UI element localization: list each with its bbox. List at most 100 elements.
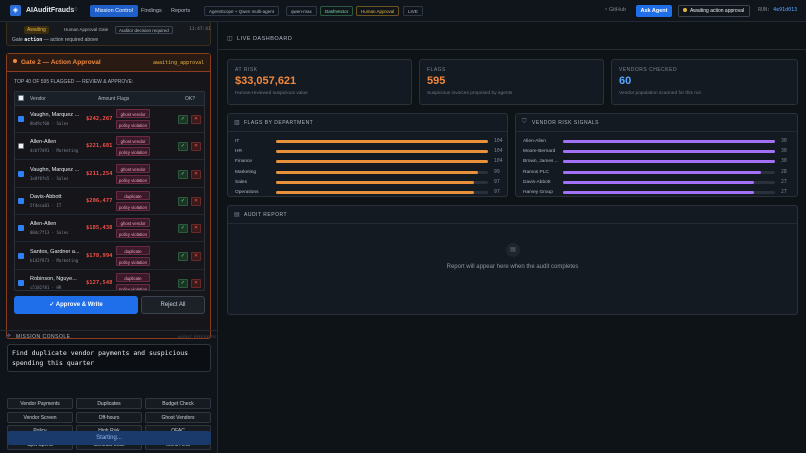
vendor-name: Robinson, Nguye... — [30, 275, 77, 282]
row-checkbox[interactable] — [18, 116, 24, 122]
divider — [228, 223, 797, 224]
bar-label: Brown, James ... — [523, 159, 559, 165]
stat-sub: Vendor population scanned for this run — [619, 91, 702, 96]
flag-badge: policy violation — [116, 120, 150, 129]
row-checkbox[interactable] — [18, 252, 24, 259]
preset-button[interactable]: Off-hours — [76, 411, 142, 423]
flag-badge: duplicate — [116, 190, 150, 200]
shield-logo-icon: ◈ — [10, 5, 21, 16]
tab-mission-control[interactable]: Mission Control — [90, 5, 138, 17]
row-checkbox[interactable] — [18, 225, 24, 232]
start-button[interactable]: Starting... — [7, 431, 211, 445]
bar-fill — [563, 191, 754, 194]
audit-report-panel: ▤ AUDIT REPORT ▤ Report will appear here… — [227, 205, 798, 315]
stat-card: VENDORS CHECKED 60 Vendor population scann… — [611, 59, 798, 105]
bar-fill — [563, 180, 754, 184]
bar-fill — [563, 160, 775, 164]
row-checkbox[interactable] — [18, 143, 24, 150]
tag-agentscope: AgentScope + Qwen multi-agent — [204, 6, 279, 16]
bar-value: 104 — [494, 159, 503, 165]
preset-button[interactable]: Vendor Screen — [7, 411, 73, 423]
mission-title: MISSION CONSOLE — [16, 334, 71, 340]
gate2-summary: TOP 40 OF 595 FLAGGED — REVIEW & APPROVE… — [14, 79, 134, 85]
status-dot-icon — [683, 8, 687, 12]
preset-button[interactable]: Vendor Payments — [7, 398, 73, 409]
stat-card: AT RISK $33,057,621 Human-reviewed suspici… — [227, 59, 412, 105]
bar-value: 97 — [494, 179, 500, 185]
bar-label: Moore-Bernard — [523, 149, 556, 155]
bar-fill — [276, 140, 488, 143]
reject-row-button[interactable]: ✕ — [191, 169, 201, 179]
approve-row-button[interactable]: ✓ — [178, 169, 188, 179]
bar-value: 27 — [781, 179, 787, 185]
event-line-code: action — [24, 37, 43, 43]
amount: $211,254 — [86, 170, 113, 177]
tag-human-approval: Human Approval — [356, 6, 400, 16]
approval-table: Vendor Amount Flags OK? Vaughn, Marquez … — [14, 91, 205, 291]
awaiting-status-pill: Awaiting action approval — [678, 5, 750, 17]
bar-label: Harvey Group — [523, 190, 553, 195]
bar-fill — [276, 160, 488, 164]
bar-value: 28 — [781, 169, 787, 175]
select-all-checkbox[interactable] — [18, 95, 24, 101]
row-checkbox[interactable] — [18, 279, 24, 286]
flag-badge: ghost vendor — [116, 136, 150, 146]
github-icon: ◔ — [604, 7, 608, 13]
reject-row-button[interactable]: ✕ — [191, 278, 201, 288]
approve-row-button[interactable]: ✓ — [178, 278, 188, 288]
col-vendor: Vendor — [30, 96, 46, 102]
amount: $206,477 — [86, 197, 113, 204]
approve-row-button[interactable]: ✓ — [178, 196, 188, 206]
table-row: Vaughn, Marquez ... 1e0f6fe5 · Sales $211,… — [15, 161, 204, 188]
ask-agent-button[interactable]: Ask Agent — [636, 5, 672, 17]
amount: $242,267 — [86, 116, 113, 122]
mission-icon: ⟡ — [7, 333, 11, 339]
bar-fill — [276, 170, 478, 174]
approve-row-button[interactable]: ✓ — [178, 251, 188, 261]
tab-findings[interactable]: Findings — [136, 5, 167, 17]
github-link[interactable]: ◔ GitHub — [604, 7, 626, 13]
vendor-risk-title: VENDOR RISK SIGNALS — [532, 120, 600, 126]
divider — [516, 131, 797, 132]
awaiting-label: Awaiting action approval — [690, 8, 745, 14]
flag-badge: policy violation — [116, 147, 150, 157]
row-checkbox[interactable] — [18, 170, 24, 177]
row-checkbox[interactable] — [18, 197, 24, 204]
approve-row-button[interactable]: ✓ — [178, 142, 188, 152]
event-log-entry: Awaiting Human Approval Gate Auditor dec… — [6, 22, 211, 46]
col-ok: OK? — [185, 96, 196, 102]
vendor-name: Allen-Allen — [30, 221, 57, 228]
audit-report-empty: Report will appear here when the audit c… — [446, 264, 579, 270]
bar-fill — [563, 150, 775, 154]
reject-row-button[interactable]: ✕ — [191, 224, 201, 234]
bar-label: Davis-Abbott — [523, 179, 551, 185]
reject-row-button[interactable]: ✕ — [191, 142, 201, 152]
approve-write-button[interactable]: ✓ Approve & Write — [14, 296, 138, 314]
vendor-meta: 8bd9cf60 · Sales — [30, 121, 69, 126]
tag-model: qwen-max — [286, 6, 317, 16]
preset-button[interactable]: Ghost Vendors — [145, 411, 211, 423]
bar-value: 97 — [494, 190, 500, 195]
mission-prompt-input[interactable]: Find duplicate vendor payments and suspi… — [7, 344, 211, 372]
event-time: 11:47:41 — [189, 27, 211, 32]
flag-badge: duplicate — [116, 245, 150, 255]
gate2-panel: Gate 2 — Action Approval awaiting_approv… — [6, 53, 211, 339]
bar-fill — [276, 191, 474, 194]
reject-all-button[interactable]: Reject All — [141, 296, 205, 314]
tab-reports[interactable]: Reports — [166, 5, 195, 17]
reject-row-button[interactable]: ✕ — [191, 115, 201, 124]
col-flags: Flags — [117, 96, 130, 102]
amount: $127,548 — [86, 279, 113, 286]
gate-dot-icon — [13, 59, 17, 63]
vendor-meta: 1e0f6fe5 · Sales — [30, 175, 69, 181]
reject-row-button[interactable]: ✕ — [191, 196, 201, 206]
approve-row-button[interactable]: ✓ — [178, 115, 188, 124]
bar-value: 30 — [781, 149, 787, 155]
app-version: v1.0 — [68, 7, 78, 13]
preset-button[interactable]: Budget Check — [145, 398, 211, 409]
approve-row-button[interactable]: ✓ — [178, 224, 188, 234]
reject-row-button[interactable]: ✕ — [191, 251, 201, 261]
preset-button[interactable]: Duplicates — [76, 398, 142, 409]
flag-badge: duplicate — [116, 272, 150, 282]
bar-value: 30 — [781, 159, 787, 165]
